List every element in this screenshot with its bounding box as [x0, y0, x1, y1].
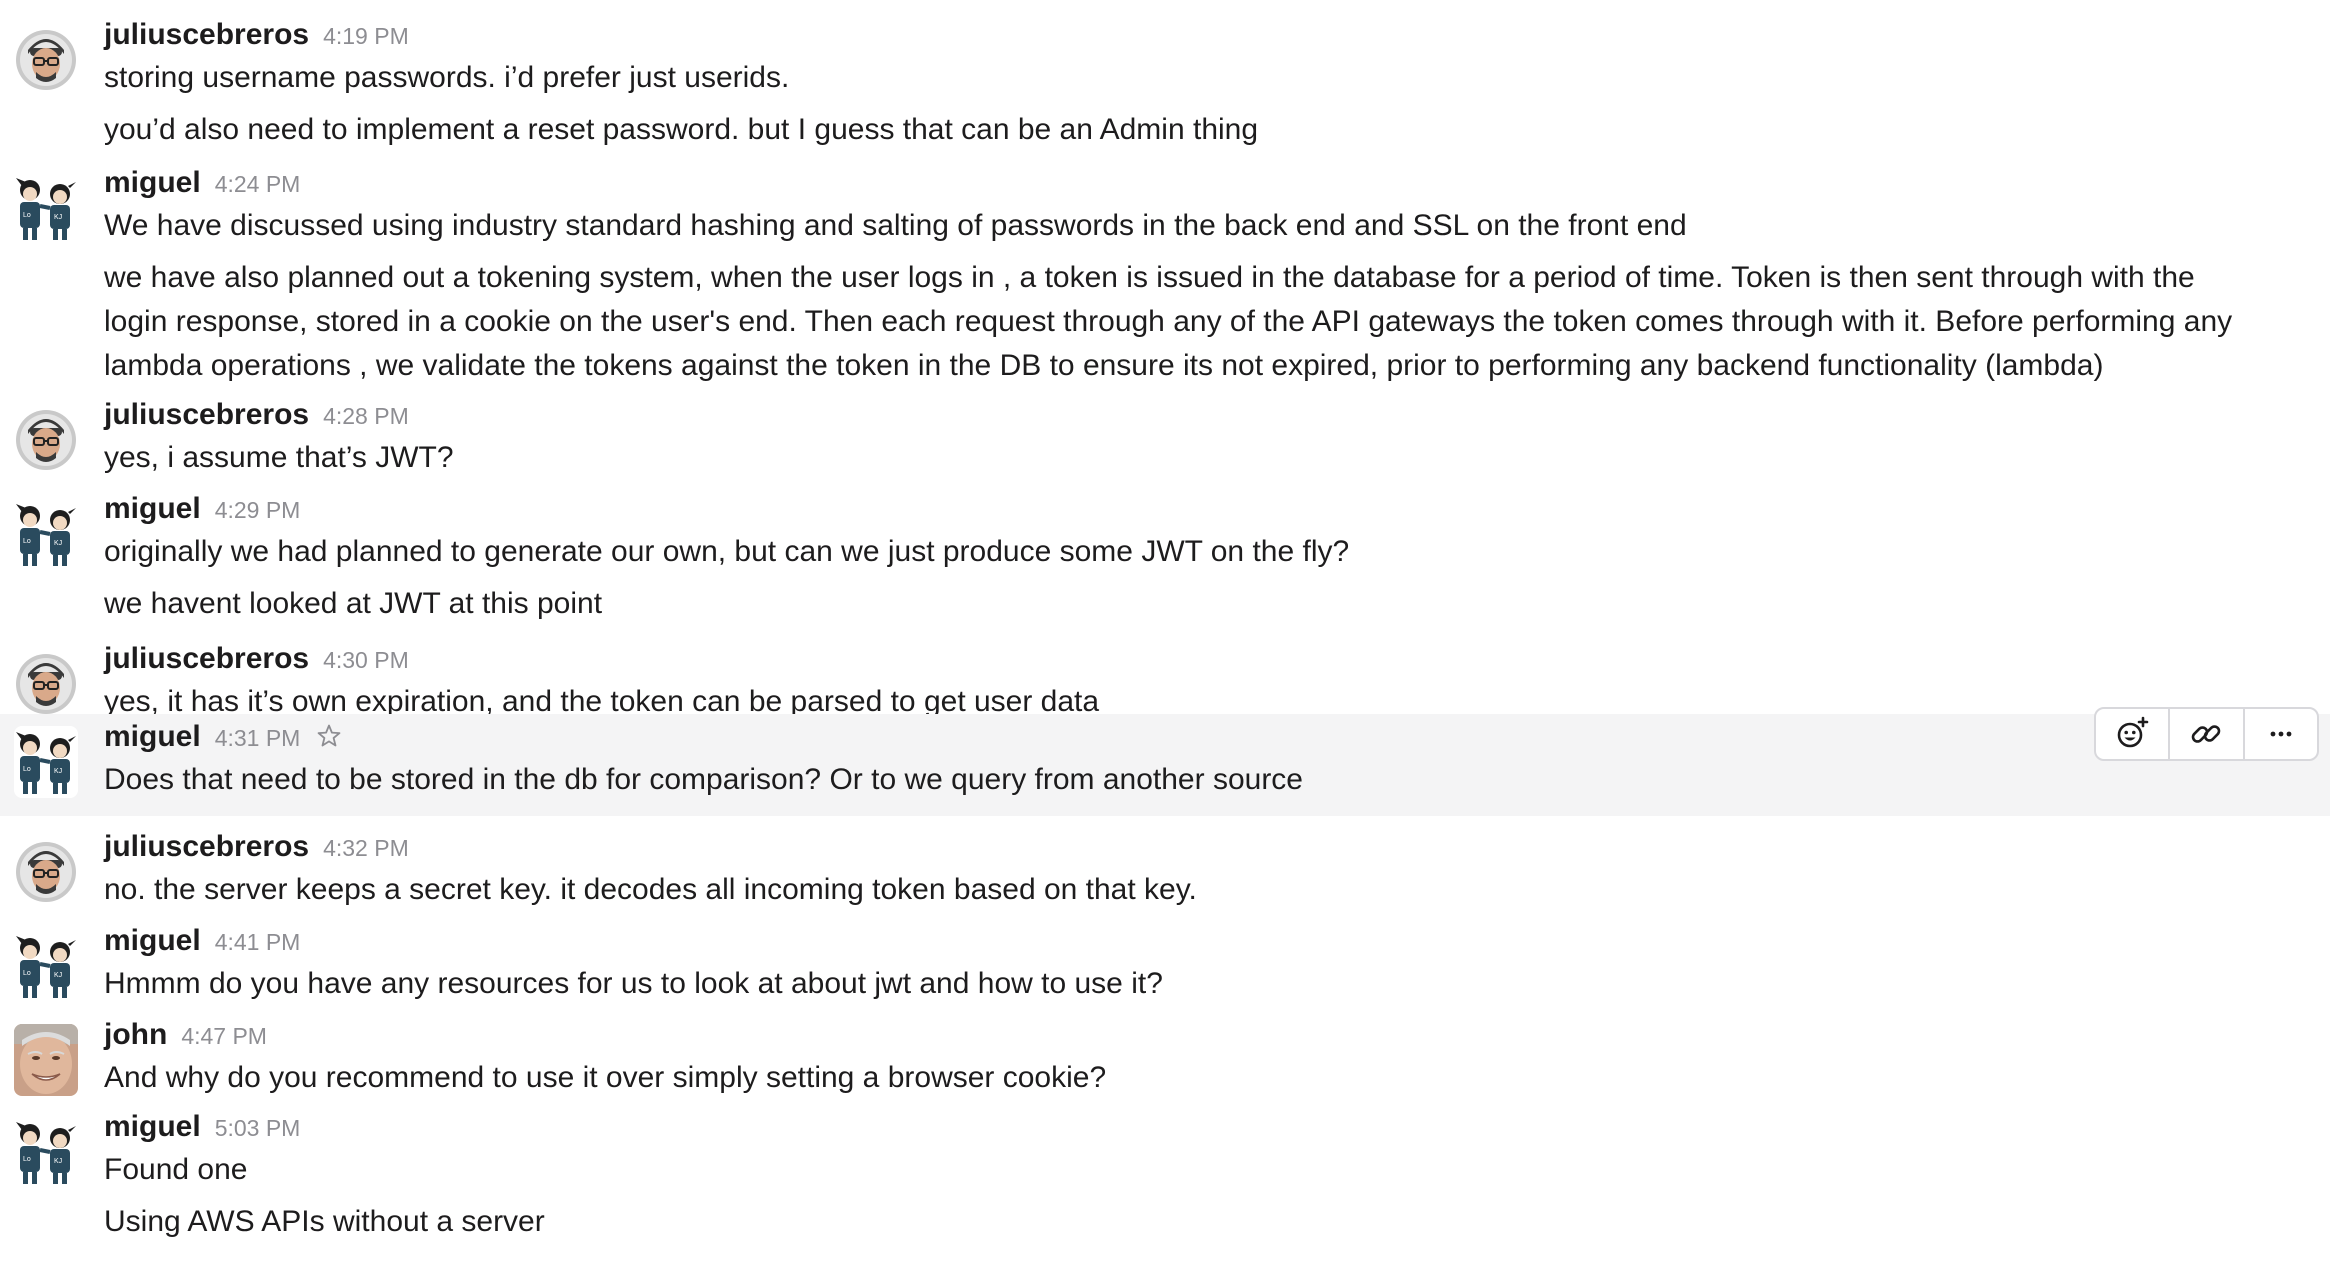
username[interactable]: john [104, 1018, 167, 1052]
star-outline-icon[interactable] [316, 723, 342, 749]
svg-text:Lo: Lo [23, 766, 31, 773]
avatar-julius-icon[interactable] [14, 404, 78, 476]
message-header: juliuscebreros 4:30 PM [104, 642, 2290, 678]
svg-text:KJ: KJ [54, 540, 62, 547]
username[interactable]: miguel [104, 166, 201, 200]
avatar-miguel-icon[interactable]: Lo KJ [14, 1116, 78, 1188]
timestamp[interactable]: 4:19 PM [323, 23, 409, 50]
message-header: miguel 4:41 PM [104, 924, 2290, 960]
link-icon [2192, 725, 2221, 743]
message-group[interactable]: juliuscebreros 4:28 PM yes, i assume that’… [0, 398, 2330, 480]
message-text: we havent looked at JWT at this point [104, 587, 603, 620]
avatar-miguel-icon[interactable]: Lo KJ [14, 498, 78, 570]
avatar-miguel-icon[interactable]: Lo KJ [14, 930, 78, 1002]
username[interactable]: juliuscebreros [104, 398, 309, 432]
avatar-miguel-icon[interactable]: Lo KJ [14, 172, 78, 244]
svg-text:KJ: KJ [54, 214, 62, 221]
avatar-julius-icon[interactable] [14, 24, 78, 96]
username[interactable]: miguel [104, 1110, 201, 1144]
timestamp[interactable]: 4:24 PM [215, 171, 301, 198]
message-header: miguel 5:03 PM [104, 1110, 2290, 1146]
message-text: no. the server keeps a secret key. it de… [104, 873, 1197, 906]
more-actions-button[interactable] [2245, 709, 2317, 759]
svg-text:Lo: Lo [23, 538, 31, 545]
message-group[interactable]: Lo KJ miguel 4:29 PM originally we had plann… [0, 492, 2330, 626]
timestamp[interactable]: 4:28 PM [323, 403, 409, 430]
username[interactable]: juliuscebreros [104, 642, 309, 676]
message-group[interactable]: juliuscebreros 4:19 PM storing username pa… [0, 18, 2330, 152]
message-header: juliuscebreros 4:19 PM [104, 18, 2290, 54]
avatar-john-icon[interactable] [14, 1024, 78, 1096]
svg-text:Lo: Lo [23, 1156, 31, 1163]
message-text: originally we had planned to generate ou… [104, 535, 1350, 568]
message-group[interactable]: juliuscebreros 4:32 PM no. the server keep… [0, 830, 2330, 912]
message-header: john 4:47 PM [104, 1018, 2290, 1054]
message-group[interactable]: john 4:47 PM And why do you recommend to u… [0, 1018, 2330, 1100]
message-group[interactable]: Lo KJ miguel 5:03 PM Found one Using AWS APIs… [0, 1110, 2330, 1244]
message-header: miguel 4:24 PM [104, 166, 2290, 202]
add-reaction-icon [2117, 716, 2149, 748]
message-text: And why do you recommend to use it over … [104, 1061, 1107, 1094]
timestamp[interactable]: 4:47 PM [181, 1023, 267, 1050]
message-group[interactable]: Lo KJ miguel 4:31 PM Does that need to be st… [0, 714, 2330, 816]
timestamp[interactable]: 5:03 PM [215, 1115, 301, 1142]
message-text: Does that need to be stored in the db fo… [104, 763, 1303, 796]
timestamp[interactable]: 4:32 PM [323, 835, 409, 862]
timestamp[interactable]: 4:30 PM [323, 647, 409, 674]
message-group[interactable]: juliuscebreros 4:30 PM yes, it has it’s ow… [0, 642, 2330, 724]
message-group[interactable]: Lo KJ miguel 4:24 PM We have discussed using… [0, 166, 2330, 388]
message-header: miguel 4:29 PM [104, 492, 2290, 528]
timestamp[interactable]: 4:31 PM [215, 725, 301, 752]
copy-link-button[interactable] [2170, 709, 2245, 759]
svg-text:KJ: KJ [54, 972, 62, 979]
timestamp[interactable]: 4:41 PM [215, 929, 301, 956]
avatar-miguel-icon[interactable]: Lo KJ [14, 726, 78, 798]
message-text: Found one [104, 1153, 248, 1186]
avatar-julius-icon[interactable] [14, 836, 78, 908]
username[interactable]: juliuscebreros [104, 830, 309, 864]
svg-text:KJ: KJ [54, 1158, 62, 1165]
message-header: miguel 4:31 PM [104, 720, 2290, 756]
username[interactable]: miguel [104, 720, 201, 754]
message-text: yes, i assume that’s JWT? [104, 441, 454, 474]
username[interactable]: juliuscebreros [104, 18, 309, 52]
message-text: you’d also need to implement a reset pas… [104, 113, 1259, 146]
message-header: juliuscebreros 4:28 PM [104, 398, 2290, 434]
message-text: Hmmm do you have any resources for us to… [104, 967, 1163, 1000]
svg-text:KJ: KJ [54, 768, 62, 775]
add-reaction-button[interactable] [2096, 709, 2171, 759]
message-actions-toolbar [2094, 707, 2319, 761]
message-group[interactable]: Lo KJ miguel 4:41 PM Hmmm do you have any re… [0, 924, 2330, 1006]
message-header: juliuscebreros 4:32 PM [104, 830, 2290, 866]
message-text: storing username passwords. i’d prefer j… [104, 61, 790, 94]
message-list: juliuscebreros 4:19 PM storing username pa… [0, 0, 2330, 1278]
username[interactable]: miguel [104, 924, 201, 958]
username[interactable]: miguel [104, 492, 201, 526]
more-actions-icon [2270, 731, 2292, 737]
timestamp[interactable]: 4:29 PM [215, 497, 301, 524]
avatar-julius-icon[interactable] [14, 648, 78, 720]
svg-text:Lo: Lo [23, 970, 31, 977]
svg-text:Lo: Lo [23, 212, 31, 219]
message-text: Using AWS APIs without a server [104, 1205, 545, 1238]
message-text: We have discussed using industry standar… [104, 209, 1687, 242]
message-text: we have also planned out a tokening syst… [104, 261, 2233, 382]
